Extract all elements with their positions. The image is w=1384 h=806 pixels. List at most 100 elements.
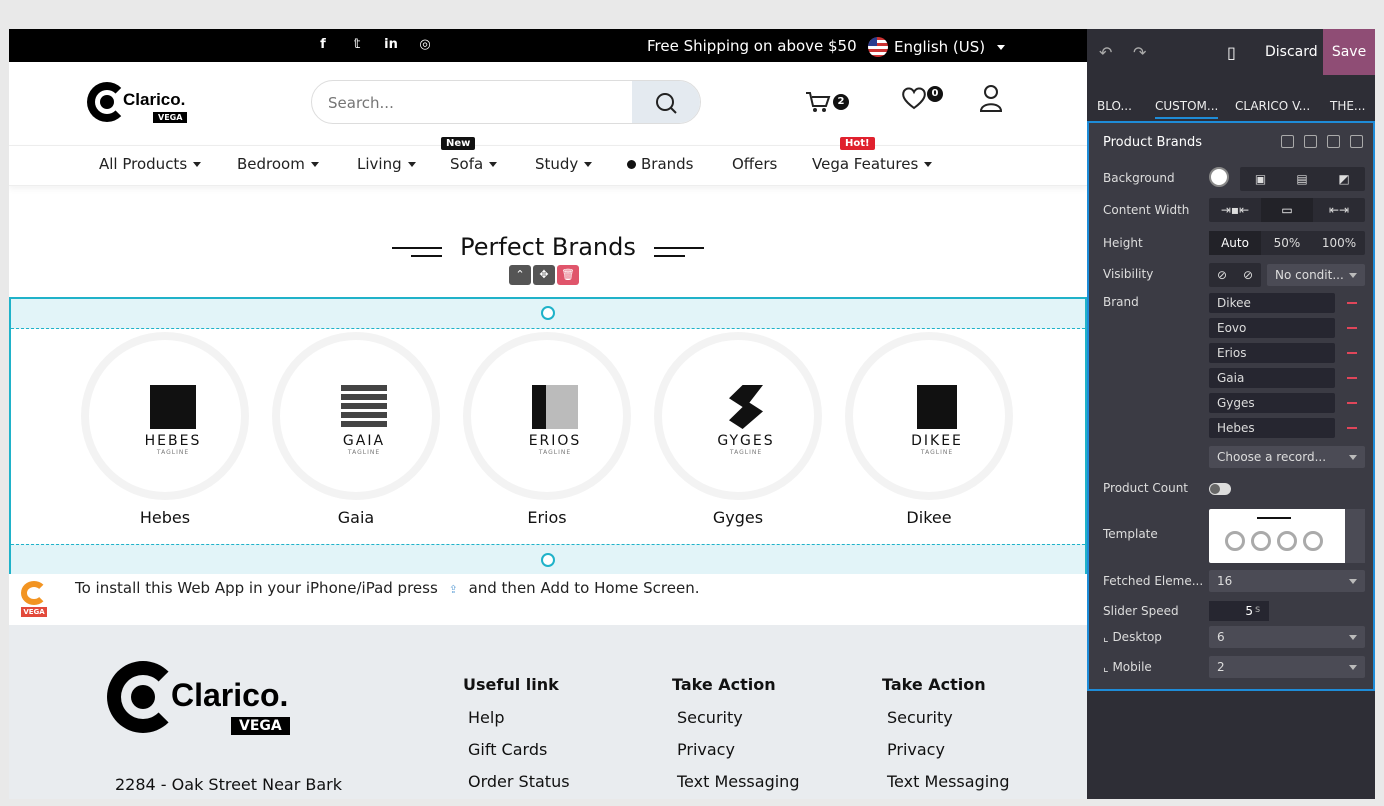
hide-desktop-icon[interactable]: ⊘	[1209, 263, 1235, 287]
brand-logo: HEBES TAGLINE	[133, 385, 213, 456]
template-label: Template	[1103, 527, 1158, 541]
brand-card-gaia[interactable]: GAIA TAGLINE Gaia	[272, 332, 440, 532]
brand-card-gyges[interactable]: GYGES TAGLINE Gyges	[654, 332, 822, 532]
site-logo[interactable]: Clarico. VEGA	[87, 82, 197, 128]
redo-icon[interactable]: ↷	[1133, 43, 1146, 62]
undo-icon[interactable]: ↶	[1099, 43, 1112, 62]
nav-vega-features[interactable]: Vega Features	[812, 155, 933, 173]
mobile-select[interactable]: 2	[1209, 656, 1365, 678]
move-icon[interactable]: ✥	[533, 265, 555, 285]
cart-icon	[806, 92, 831, 112]
remove-icon[interactable]	[1347, 352, 1357, 354]
remove-icon[interactable]	[1347, 427, 1357, 429]
template-preview[interactable]	[1209, 509, 1365, 563]
brand-tagline: TAGLINE	[729, 449, 763, 456]
footer-logo[interactable]: Clarico. VEGA	[107, 661, 307, 741]
language-selector[interactable]: English (US)	[868, 37, 1006, 57]
camera-icon[interactable]: ▣	[1240, 167, 1281, 191]
nav-offers[interactable]: Offers	[732, 155, 777, 173]
gradient-icon[interactable]: ◩	[1323, 167, 1365, 191]
wishlist-button[interactable]: 0	[901, 86, 943, 114]
desktop-select[interactable]: 6	[1209, 626, 1365, 648]
footer-link-gift-cards[interactable]: Gift Cards	[468, 740, 570, 772]
brand-card-dikee[interactable]: DIKEE TAGLINE Dikee	[845, 332, 1013, 532]
cart-button[interactable]: 2	[805, 90, 849, 118]
template-dropdown[interactable]	[1345, 509, 1365, 563]
brand-record[interactable]: Dikee	[1209, 293, 1335, 313]
resize-handle-bottom[interactable]	[541, 553, 555, 567]
height-50[interactable]: 50%	[1261, 231, 1313, 255]
brand-record[interactable]: Hebes	[1209, 418, 1335, 438]
nav-bedroom[interactable]: Bedroom	[237, 155, 319, 173]
remove-icon[interactable]	[1347, 327, 1357, 329]
chevron-down-icon	[193, 162, 202, 167]
instagram-icon[interactable]: ◎	[417, 37, 433, 53]
nav-living[interactable]: Living	[357, 155, 416, 173]
footer-link-security[interactable]: Security	[887, 708, 1009, 740]
remove-icon[interactable]	[1347, 302, 1357, 304]
color-picker[interactable]	[1209, 167, 1229, 187]
height-options: Auto 50% 100%	[1209, 231, 1365, 255]
height-100[interactable]: 100%	[1313, 231, 1365, 255]
product-count-toggle[interactable]	[1209, 483, 1231, 495]
video-icon[interactable]: ▤	[1281, 167, 1323, 191]
visibility-toggles: ⊘ ⊘	[1209, 263, 1261, 287]
discard-button[interactable]: Discard	[1265, 44, 1318, 60]
tab-blocks[interactable]: BLO...	[1097, 99, 1132, 113]
footer-address: 2284 - Oak Street Near Bark	[115, 775, 343, 794]
brand-record[interactable]: Gyges	[1209, 393, 1335, 413]
remove-icon[interactable]	[1347, 402, 1357, 404]
height-auto[interactable]: Auto	[1209, 231, 1261, 255]
hot-badge: Hot!	[840, 137, 875, 150]
footer-link-text-messaging[interactable]: Text Messaging	[887, 772, 1009, 799]
block-toolbar: ⌃ ✥ 🗑	[509, 265, 579, 285]
background-label: Background	[1103, 171, 1175, 185]
link-icon[interactable]	[1281, 135, 1294, 148]
mobile-preview-icon[interactable]: ▯	[1227, 43, 1236, 62]
tab-theme[interactable]: THE...	[1330, 99, 1365, 113]
footer-link-privacy[interactable]: Privacy	[887, 740, 1009, 772]
resize-handle-top[interactable]	[541, 306, 555, 320]
nav-sofa[interactable]: Sofa	[450, 155, 498, 173]
brand-record[interactable]: Eovo	[1209, 318, 1335, 338]
save-button[interactable]: Save	[1323, 29, 1375, 75]
linkedin-icon[interactable]: in	[383, 37, 399, 53]
facebook-icon[interactable]: f	[315, 37, 331, 53]
brand-card-erios[interactable]: ERIOS TAGLINE Erios	[463, 332, 631, 532]
search-input[interactable]	[312, 81, 632, 123]
brand-card-hebes[interactable]: HEBES TAGLINE Hebes	[81, 332, 249, 532]
brand-record[interactable]: Gaia	[1209, 368, 1335, 388]
product-count-label: Product Count	[1103, 481, 1189, 495]
visibility-select[interactable]: No condit...	[1267, 264, 1365, 286]
brand-circle: GYGES TAGLINE	[654, 332, 822, 500]
brand-record[interactable]: Erios	[1209, 343, 1335, 363]
account-button[interactable]	[979, 84, 1003, 116]
width-full-icon[interactable]: ⇤⇥	[1313, 198, 1365, 222]
chevron-up-icon[interactable]: ⌃	[509, 265, 531, 285]
search-button[interactable]	[632, 81, 700, 123]
footer-link-text-messaging[interactable]: Text Messaging	[677, 772, 799, 799]
trash-icon[interactable]	[1350, 135, 1363, 148]
nav-all-products[interactable]: All Products	[99, 155, 202, 173]
nav-study[interactable]: Study	[535, 155, 593, 173]
site-footer: Clarico. VEGA 2284 - Oak Street Near Bar…	[9, 625, 1087, 799]
footer-link-privacy[interactable]: Privacy	[677, 740, 799, 772]
save-block-icon[interactable]	[1304, 135, 1317, 148]
width-regular-icon[interactable]: ▭	[1261, 198, 1313, 222]
twitter-icon[interactable]: 𝕥	[349, 37, 365, 53]
fetched-elements-select[interactable]: 16	[1209, 570, 1365, 592]
width-small-icon[interactable]: ⇥▪⇤	[1209, 198, 1261, 222]
footer-link-help[interactable]: Help	[468, 708, 570, 740]
remove-icon[interactable]	[1347, 377, 1357, 379]
choose-record-select[interactable]: Choose a record...	[1209, 446, 1365, 468]
duplicate-icon[interactable]	[1327, 135, 1340, 148]
dot-icon	[627, 160, 636, 169]
hide-mobile-icon[interactable]: ⊘	[1235, 263, 1261, 287]
trash-icon[interactable]: 🗑	[557, 265, 579, 285]
tab-customize[interactable]: CUSTOM...	[1155, 99, 1219, 119]
footer-link-order-status[interactable]: Order Status	[468, 772, 570, 799]
user-icon	[979, 85, 1003, 112]
tab-clarico-vega[interactable]: CLARICO V...	[1235, 99, 1310, 113]
nav-brands[interactable]: Brands	[627, 155, 694, 173]
footer-link-security[interactable]: Security	[677, 708, 799, 740]
